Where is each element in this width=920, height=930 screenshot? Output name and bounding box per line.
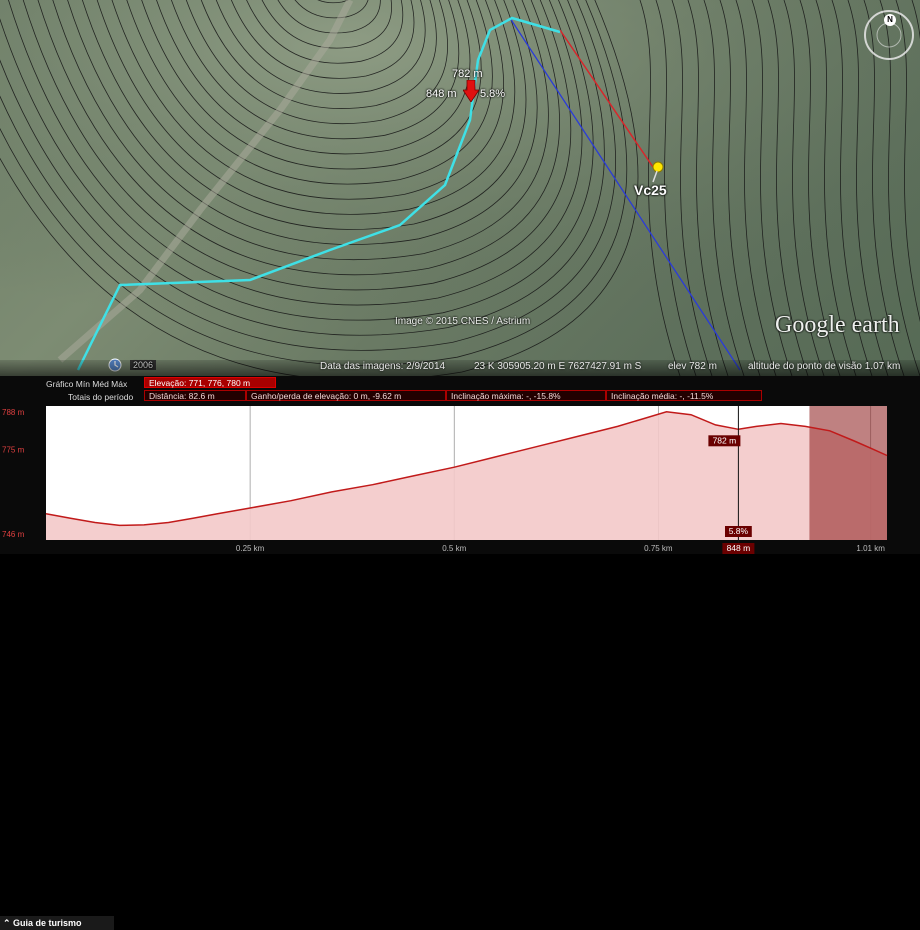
map-view[interactable]: 782 m 848 m 5.8% Vc25 Image © 2015 CNES … bbox=[0, 0, 920, 376]
x-axis-labels: 0.25 km 0.5 km 0.75 km 1.01 km bbox=[236, 544, 885, 553]
marker-distance-label: 848 m bbox=[426, 88, 457, 100]
placemark-label[interactable]: Vc25 bbox=[634, 182, 667, 198]
y-tick-label: 775 m bbox=[2, 446, 25, 455]
x-tick-label: 0.75 km bbox=[644, 544, 673, 553]
position-arrow-icon[interactable] bbox=[463, 80, 479, 102]
imagery-credit: Image © 2015 CNES / Astrium bbox=[395, 316, 531, 327]
elevation-chart[interactable]: 788 m 775 m 746 m 0.25 km 0.5 km 0.75 km 1.01… bbox=[0, 406, 920, 554]
cursor-elevation: elev 782 m bbox=[668, 361, 717, 372]
tour-guide-button[interactable]: ⌃ Guia de turismo bbox=[0, 916, 114, 930]
status-bar: Data das imagens: 2/9/2014 23 K 305905.2… bbox=[0, 360, 920, 376]
double-chevron-up-icon: ⌃ bbox=[3, 918, 14, 928]
elevation-profile-panel[interactable]: Gráfico Mín Méd Máx Elevação: 771, 776, … bbox=[0, 376, 920, 930]
selection-shade[interactable] bbox=[809, 406, 887, 540]
x-tick-label: 1.01 km bbox=[856, 544, 885, 553]
eye-altitude: altitude do ponto de visão 1.07 km bbox=[748, 361, 901, 372]
y-axis-labels: 788 m 775 m 746 m bbox=[2, 408, 25, 539]
max-slope-box[interactable]: Inclinação máxima: -, -15.8% bbox=[446, 390, 606, 401]
graph-label: Gráfico Mín Méd Máx bbox=[46, 379, 128, 389]
marker-slope-label: 5.8% bbox=[480, 88, 506, 100]
cursor-coordinates: 23 K 305905.20 m E 7627427.91 m S bbox=[474, 361, 642, 372]
north-indicator[interactable]: N bbox=[884, 14, 896, 26]
elevation-stats-box[interactable]: Elevação: 771, 776, 780 m bbox=[144, 377, 276, 388]
cursor-distance-tag: 848 m bbox=[727, 543, 751, 553]
distance-box[interactable]: Distância: 82.6 m bbox=[144, 390, 246, 401]
cursor-elevation-tag: 782 m bbox=[713, 435, 737, 445]
gain-loss-box[interactable]: Ganho/perda de elevação: 0 m, -9.62 m bbox=[246, 390, 446, 401]
marker-elevation-label: 782 m bbox=[452, 68, 483, 80]
y-tick-label: 746 m bbox=[2, 530, 25, 539]
x-tick-label: 0.25 km bbox=[236, 544, 265, 553]
google-earth-logo: Google earth bbox=[775, 312, 900, 338]
cursor-slope-tag: 5.8% bbox=[729, 526, 749, 536]
y-tick-label: 788 m bbox=[2, 408, 25, 417]
pushpin-icon[interactable] bbox=[650, 160, 666, 184]
compass-ring[interactable]: N bbox=[862, 8, 916, 62]
imagery-date: Data das imagens: 2/9/2014 bbox=[320, 361, 446, 372]
avg-slope-box[interactable]: Inclinação média: -, -11.5% bbox=[606, 390, 762, 401]
tour-guide-label: Guia de turismo bbox=[13, 918, 82, 928]
totals-label: Totais do período bbox=[68, 392, 134, 402]
x-tick-label: 0.5 km bbox=[442, 544, 466, 553]
